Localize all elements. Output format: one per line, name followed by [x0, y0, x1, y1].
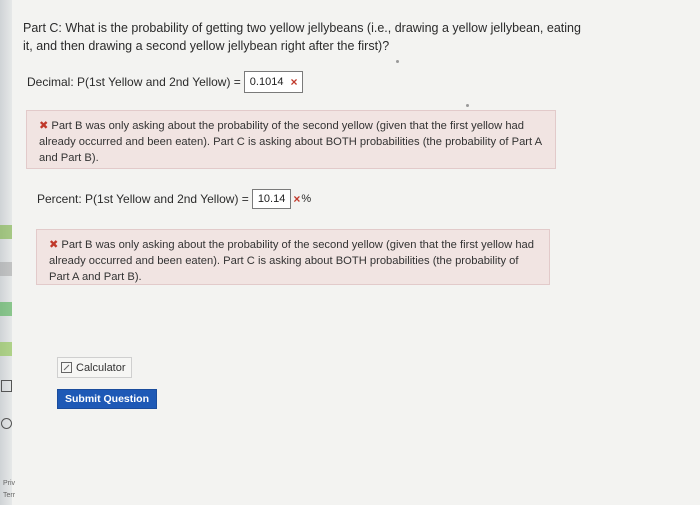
- privacy-link[interactable]: Priv: [3, 480, 15, 487]
- question-text: Part C: What is the probability of getti…: [23, 21, 581, 53]
- decimal-label: Decimal: P(1st Yellow and 2nd Yellow) =: [27, 75, 241, 89]
- decorative-dot: [466, 104, 469, 107]
- percent-suffix: %: [301, 193, 312, 205]
- decorative-dot: [396, 60, 399, 63]
- percent-answer-input[interactable]: 10.14: [251, 189, 292, 209]
- decimal-answer-value: 0.1014: [249, 76, 284, 88]
- feedback-text: Part B was only asking about the probabi…: [49, 239, 534, 283]
- feedback-message: ✖ Part B was only asking about the probab…: [36, 229, 550, 285]
- incorrect-icon: ×: [290, 75, 298, 89]
- left-sidebar-strip: Priv Terr: [0, 0, 15, 505]
- incorrect-icon: ×: [293, 192, 301, 206]
- sidebar-icon[interactable]: [0, 225, 12, 239]
- percent-answer-value: 10.14: [257, 193, 286, 205]
- error-icon: ✖: [49, 239, 59, 251]
- submit-label: Submit Question: [65, 393, 149, 405]
- calculator-label: Calculator: [76, 361, 126, 374]
- sidebar-icon[interactable]: [0, 262, 12, 276]
- refresh-icon[interactable]: [1, 418, 12, 429]
- decimal-answer-input[interactable]: 0.1014 ×: [243, 71, 304, 93]
- sidebar-icon[interactable]: [0, 342, 12, 356]
- pencil-icon: [61, 362, 72, 373]
- error-icon: ✖: [39, 120, 49, 132]
- submit-question-button[interactable]: Submit Question: [57, 389, 157, 409]
- sidebar-icon[interactable]: [0, 302, 12, 316]
- feedback-message: ✖ Part B was only asking about the probab…: [26, 110, 556, 169]
- edit-icon[interactable]: [1, 380, 12, 392]
- percent-label: Percent: P(1st Yellow and 2nd Yellow) =: [37, 192, 249, 206]
- percent-answer-row: Percent: P(1st Yellow and 2nd Yellow) = …: [37, 189, 311, 209]
- feedback-text: Part B was only asking about the probabi…: [39, 120, 542, 164]
- decimal-answer-row: Decimal: P(1st Yellow and 2nd Yellow) = …: [27, 71, 304, 93]
- terms-link[interactable]: Terr: [3, 492, 15, 499]
- calculator-button[interactable]: Calculator: [57, 357, 132, 378]
